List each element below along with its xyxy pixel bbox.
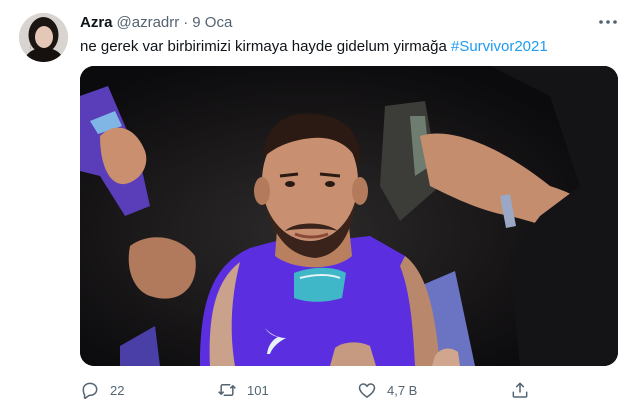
separator: · xyxy=(183,14,189,31)
avatar[interactable] xyxy=(19,13,68,62)
retweet-count: 101 xyxy=(247,382,269,398)
tweet-card[interactable]: Azra @azradrr · 9 Oca ne gerek var birbirim… xyxy=(0,0,635,411)
tweet-header: Azra @azradrr · 9 Oca xyxy=(80,13,232,33)
hashtag-link[interactable]: #Survivor2021 xyxy=(451,38,548,55)
reply-button[interactable]: 22 xyxy=(80,379,124,401)
more-icon[interactable] xyxy=(597,13,619,31)
reply-icon xyxy=(80,380,100,400)
tweet-date[interactable]: 9 Oca xyxy=(192,14,232,31)
tweet-text: ne gerek var birbirimizi kirmaya hayde g… xyxy=(80,37,548,57)
author-name[interactable]: Azra xyxy=(80,14,113,31)
like-button[interactable]: 4,7 B xyxy=(357,379,417,401)
tweet-text-body: ne gerek var birbirimizi kirmaya hayde g… xyxy=(80,38,451,55)
reply-count: 22 xyxy=(110,382,125,398)
share-icon xyxy=(510,380,530,400)
share-button[interactable] xyxy=(510,379,530,401)
tweet-actions: 22 101 4,7 B xyxy=(80,379,600,401)
tweet-media-image[interactable] xyxy=(80,66,618,366)
heart-icon xyxy=(357,380,377,400)
retweet-button[interactable]: 101 xyxy=(217,379,269,401)
author-handle[interactable]: @azradrr xyxy=(117,14,180,31)
like-count: 4,7 B xyxy=(387,382,418,398)
retweet-icon xyxy=(217,380,237,400)
